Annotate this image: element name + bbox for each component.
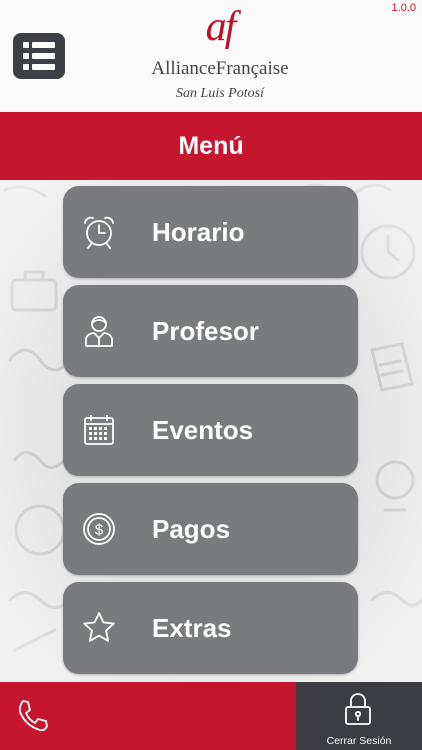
star-icon (83, 612, 115, 642)
svg-text:$: $ (95, 522, 104, 539)
logo-mark: af (205, 4, 237, 50)
menu-item-label: Profesor (152, 316, 259, 346)
coin-dollar-icon: $ (83, 513, 115, 545)
lock-icon (345, 693, 371, 725)
app-header: 1.0.0 af AllianceFrançaise San Luis Poto… (0, 0, 422, 112)
version-label: 1.0.0 (391, 2, 416, 14)
alarm-clock-icon (84, 216, 114, 249)
alliance-francaise-logo: af AllianceFrançaise San Luis Potosí (140, 4, 300, 108)
menu-item-label: Horario (152, 217, 245, 247)
menu-item-label: Pagos (152, 514, 231, 544)
menu-item-profesor[interactable]: Profesor (63, 285, 358, 377)
menu-item-extras[interactable]: Extras (63, 582, 358, 674)
logo-city: San Luis Potosí (176, 86, 264, 101)
page-title: Menú (0, 112, 422, 180)
menu-item-label: Extras (152, 613, 232, 643)
menu-item-horario[interactable]: Horario (63, 186, 358, 278)
menu-item-eventos[interactable]: Eventos (63, 384, 358, 476)
phone-icon (18, 700, 48, 732)
list-icon (23, 42, 55, 48)
menu-item-pagos[interactable]: $ Pagos (63, 483, 358, 575)
calendar-icon (84, 415, 114, 445)
logout-label: Cerrar Sesión (326, 735, 392, 747)
teacher-icon (85, 316, 113, 347)
menu-item-label: Eventos (152, 415, 254, 445)
logo-name: AllianceFrançaise (151, 58, 289, 79)
hamburger-menu-button[interactable] (13, 33, 65, 79)
